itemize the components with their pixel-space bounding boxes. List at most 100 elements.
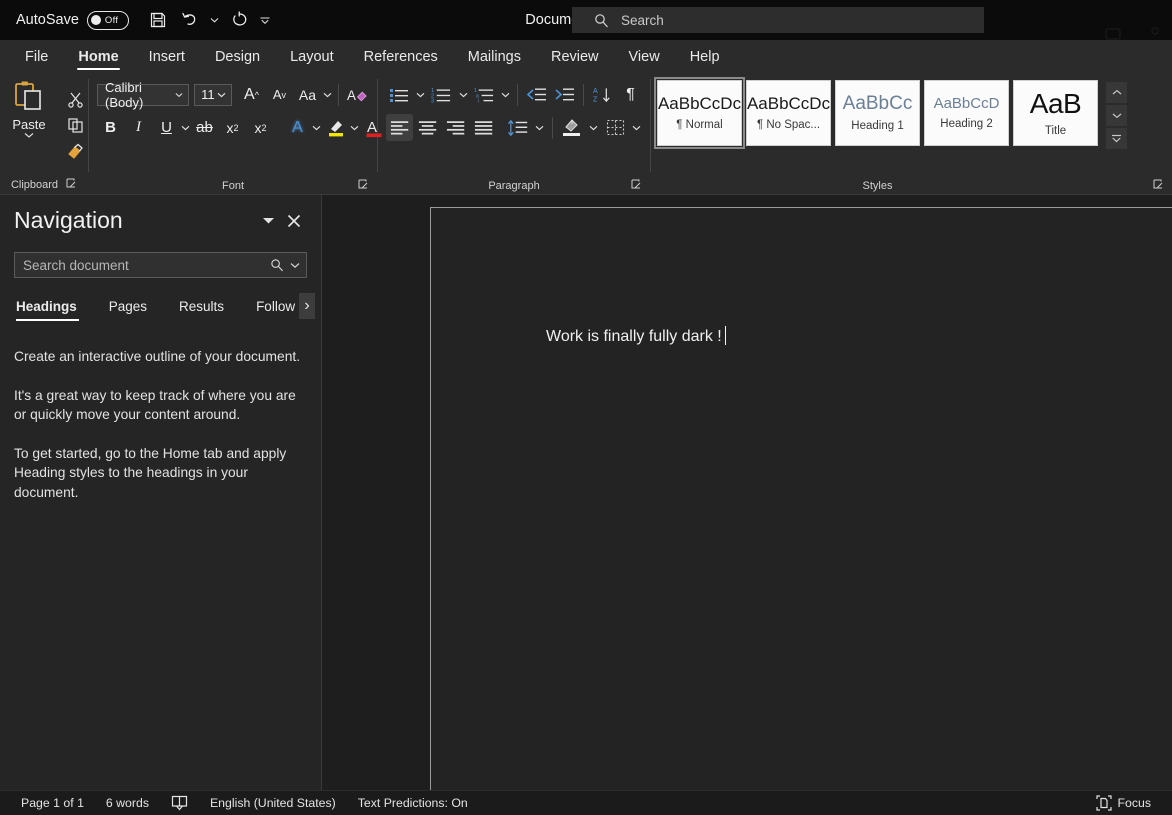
style-heading-1[interactable]: AaBbCc Heading 1 bbox=[835, 80, 920, 146]
grow-font-button[interactable]: A^ bbox=[238, 81, 265, 108]
save-button[interactable] bbox=[143, 5, 173, 35]
copy-button[interactable] bbox=[61, 113, 89, 138]
style-title[interactable]: AaB Title bbox=[1013, 80, 1098, 146]
bold-button[interactable]: B bbox=[97, 114, 124, 141]
shading-button[interactable] bbox=[558, 114, 585, 141]
search-box[interactable]: Search bbox=[572, 7, 984, 33]
multilevel-list-button[interactable]: 1 a i bbox=[471, 81, 498, 108]
font-name-combobox[interactable]: Calibri (Body) bbox=[97, 84, 189, 106]
format-painter-button[interactable] bbox=[61, 139, 89, 164]
paste-button[interactable]: Paste bbox=[0, 79, 59, 164]
search-input[interactable]: Search bbox=[621, 13, 664, 28]
tab-help[interactable]: Help bbox=[677, 46, 733, 73]
account-icon bbox=[1148, 26, 1162, 42]
change-case-chevron-icon[interactable] bbox=[322, 81, 333, 108]
undo-dropdown-chevron-icon[interactable] bbox=[207, 5, 223, 35]
borders-chevron-icon[interactable] bbox=[630, 114, 644, 141]
decrease-indent-button[interactable] bbox=[523, 81, 550, 108]
search-options-chevron-icon[interactable] bbox=[290, 262, 300, 269]
styles-scroll-down-button[interactable] bbox=[1106, 105, 1127, 126]
shading-chevron-icon[interactable] bbox=[586, 114, 600, 141]
align-right-button[interactable] bbox=[442, 114, 469, 141]
underline-button[interactable]: U bbox=[153, 114, 180, 141]
center-button[interactable] bbox=[414, 114, 441, 141]
text-effects-button[interactable]: A bbox=[284, 114, 311, 141]
chevron-down-icon bbox=[262, 216, 275, 225]
divider bbox=[552, 117, 553, 139]
multilevel-chevron-icon[interactable] bbox=[499, 81, 512, 108]
tab-references[interactable]: References bbox=[351, 46, 451, 73]
numbering-button[interactable]: 1 2 3 bbox=[428, 81, 455, 108]
underline-chevron-icon[interactable] bbox=[181, 114, 190, 141]
navigation-pane-close-button[interactable] bbox=[281, 208, 307, 234]
tab-file[interactable]: File bbox=[12, 46, 61, 73]
tab-view[interactable]: View bbox=[616, 46, 673, 73]
styles-scroll-up-button[interactable] bbox=[1106, 82, 1127, 103]
navigation-hint-1: Create an interactive outline of your do… bbox=[14, 347, 307, 367]
clear-formatting-button[interactable]: A bbox=[344, 81, 371, 108]
line-spacing-chevron-icon[interactable] bbox=[533, 114, 547, 141]
clipboard-dialog-launcher[interactable] bbox=[66, 178, 77, 192]
line-spacing-button[interactable] bbox=[504, 114, 532, 141]
styles-more-button[interactable] bbox=[1106, 128, 1127, 149]
document-text[interactable]: Work is finally fully dark ! bbox=[546, 326, 726, 346]
styles-dialog-launcher[interactable] bbox=[1153, 179, 1164, 193]
tab-layout[interactable]: Layout bbox=[277, 46, 347, 73]
change-case-button[interactable]: Aa bbox=[294, 81, 321, 108]
status-text-predictions[interactable]: Text Predictions: On bbox=[347, 796, 479, 810]
navigation-search-input[interactable]: Search document bbox=[23, 258, 264, 273]
status-proofing-button[interactable] bbox=[160, 795, 199, 811]
navigation-tabs-scroll-right-button[interactable]: › bbox=[299, 293, 315, 319]
style-normal[interactable]: AaBbCcDc ¶ Normal bbox=[657, 80, 742, 146]
tab-design[interactable]: Design bbox=[202, 46, 273, 73]
ribbon-tab-bar: File Home Insert Design Layout Reference… bbox=[0, 40, 1172, 73]
autosave-control[interactable]: AutoSave Off bbox=[16, 11, 129, 30]
tab-home[interactable]: Home bbox=[65, 46, 131, 73]
style-no-spacing[interactable]: AaBbCcDc ¶ No Spac... bbox=[746, 80, 831, 146]
font-dialog-launcher[interactable] bbox=[358, 179, 369, 193]
tab-mailings[interactable]: Mailings bbox=[455, 46, 534, 73]
status-language[interactable]: English (United States) bbox=[199, 796, 347, 810]
italic-button[interactable]: I bbox=[125, 114, 152, 141]
increase-indent-button[interactable] bbox=[551, 81, 578, 108]
styles-group-label: Styles bbox=[651, 180, 1172, 192]
show-formatting-marks-button[interactable]: ¶ bbox=[617, 81, 644, 108]
bullets-chevron-icon[interactable] bbox=[414, 81, 427, 108]
document-page[interactable]: Work is finally fully dark ! bbox=[430, 207, 1172, 815]
status-focus-button[interactable]: Focus bbox=[1085, 795, 1163, 811]
navigation-pane-options-button[interactable] bbox=[255, 208, 281, 234]
bullets-button[interactable] bbox=[386, 81, 413, 108]
style-heading-2[interactable]: AaBbCcD Heading 2 bbox=[924, 80, 1009, 146]
nav-tab-results[interactable]: Results bbox=[163, 299, 240, 321]
numbering-chevron-icon[interactable] bbox=[456, 81, 469, 108]
undo-button[interactable] bbox=[175, 5, 205, 35]
status-page-number[interactable]: Page 1 of 1 bbox=[10, 796, 95, 810]
justify-button[interactable] bbox=[470, 114, 497, 141]
nav-tab-headings[interactable]: Headings bbox=[14, 299, 93, 321]
strikethrough-button[interactable]: ab bbox=[191, 114, 218, 141]
text-effects-chevron-icon[interactable] bbox=[312, 114, 321, 141]
status-word-count[interactable]: 6 words bbox=[95, 796, 160, 810]
document-area[interactable]: Work is finally fully dark ! bbox=[322, 195, 1172, 815]
align-left-button[interactable] bbox=[386, 114, 413, 141]
highlight-chevron-icon[interactable] bbox=[350, 114, 359, 141]
text-highlight-color-button[interactable] bbox=[322, 114, 349, 141]
ribbon: Paste bbox=[0, 73, 1172, 195]
shrink-font-button[interactable]: Av bbox=[266, 81, 293, 108]
superscript-button[interactable]: x2 bbox=[247, 114, 274, 141]
autosave-toggle[interactable]: Off bbox=[87, 11, 129, 30]
redo-button[interactable] bbox=[225, 5, 255, 35]
search-icon[interactable] bbox=[270, 258, 284, 272]
subscript-button[interactable]: x2 bbox=[219, 114, 246, 141]
borders-button[interactable] bbox=[602, 114, 629, 141]
customize-quick-access-toolbar-button[interactable] bbox=[257, 5, 273, 35]
tab-insert[interactable]: Insert bbox=[136, 46, 198, 73]
paragraph-dialog-launcher[interactable] bbox=[631, 179, 642, 193]
sort-button[interactable]: A Z bbox=[589, 81, 616, 108]
font-size-combobox[interactable]: 11 bbox=[194, 84, 232, 106]
cut-button[interactable] bbox=[61, 87, 89, 112]
paste-dropdown-chevron-icon[interactable] bbox=[24, 132, 34, 139]
nav-tab-pages[interactable]: Pages bbox=[93, 299, 163, 321]
tab-review[interactable]: Review bbox=[538, 46, 612, 73]
navigation-search-box[interactable]: Search document bbox=[14, 252, 307, 278]
